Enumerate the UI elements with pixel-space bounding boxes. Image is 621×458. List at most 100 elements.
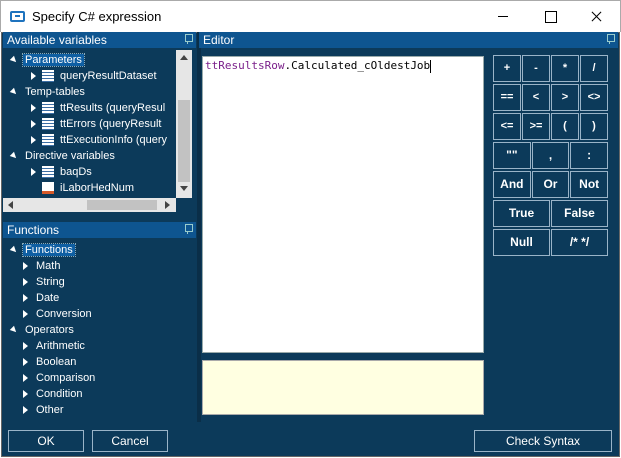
tree-item-label: Comparison bbox=[36, 372, 96, 384]
tree-item[interactable]: Comparison bbox=[23, 370, 97, 386]
minimize-button[interactable] bbox=[480, 1, 526, 32]
tree-item[interactable]: ttResults (queryResul bbox=[31, 100, 167, 116]
tree-item-label: Temp-tables bbox=[25, 86, 85, 98]
tree-item-label: iLaborHedNum bbox=[60, 182, 134, 194]
tree-item[interactable]: ttErrors (queryResult bbox=[31, 116, 163, 132]
title-bar: Specify C# expression bbox=[0, 0, 621, 32]
keypad-button[interactable]: False bbox=[551, 200, 608, 227]
variables-tree[interactable]: Parameters queryResultDataset Temp-tables t… bbox=[3, 50, 176, 198]
keypad-button[interactable]: "" bbox=[493, 142, 531, 169]
keypad-button[interactable]: - bbox=[522, 55, 550, 82]
scroll-right-icon[interactable] bbox=[165, 201, 170, 209]
keypad-button[interactable]: Null bbox=[493, 229, 550, 256]
tree-item-label: String bbox=[36, 276, 65, 288]
table-icon bbox=[42, 70, 54, 83]
expand-arrow-icon[interactable] bbox=[23, 310, 28, 319]
expand-arrow-icon[interactable] bbox=[23, 374, 28, 383]
table-icon bbox=[42, 166, 54, 179]
functions-panel-title: Functions bbox=[7, 223, 60, 237]
ok-button[interactable]: OK bbox=[8, 430, 84, 452]
tree-item-label: Directive variables bbox=[25, 150, 115, 162]
keypad-button[interactable]: /* */ bbox=[551, 229, 608, 256]
tree-item[interactable]: Condition bbox=[23, 386, 84, 402]
keypad-button[interactable]: : bbox=[570, 142, 608, 169]
functions-tree[interactable]: Functions Math String Date Conversion Operato… bbox=[3, 240, 196, 420]
scroll-down-icon[interactable] bbox=[180, 186, 188, 191]
expand-arrow-icon[interactable] bbox=[23, 278, 28, 287]
expand-arrow-icon[interactable] bbox=[31, 104, 36, 113]
tree-item[interactable]: Parameters bbox=[9, 52, 85, 68]
tree-item[interactable]: Functions bbox=[9, 242, 76, 258]
collapse-arrow-icon[interactable] bbox=[9, 325, 19, 335]
cancel-button[interactable]: Cancel bbox=[92, 430, 168, 452]
keypad-button[interactable]: And bbox=[493, 171, 531, 198]
variables-horizontal-scrollbar[interactable] bbox=[3, 198, 176, 212]
variables-vertical-scrollbar[interactable] bbox=[176, 50, 192, 198]
window-icon bbox=[10, 11, 25, 22]
scroll-left-icon[interactable] bbox=[8, 201, 13, 209]
tree-item[interactable]: queryResultDataset bbox=[31, 68, 159, 84]
keypad-button[interactable]: == bbox=[493, 84, 521, 111]
expand-arrow-icon[interactable] bbox=[23, 262, 28, 271]
expand-arrow-icon[interactable] bbox=[31, 72, 36, 81]
expression-editor[interactable]: ttResultsRow.Calculated_cOldestJob bbox=[202, 56, 484, 353]
collapse-arrow-icon[interactable] bbox=[9, 245, 19, 255]
keypad-button[interactable]: , bbox=[531, 142, 570, 169]
keypad-button[interactable]: < bbox=[522, 84, 550, 111]
expand-arrow-icon[interactable] bbox=[23, 294, 28, 303]
expand-arrow-icon[interactable] bbox=[23, 342, 28, 351]
keypad-button[interactable]: / bbox=[580, 55, 608, 82]
tree-item[interactable]: Other bbox=[23, 402, 66, 418]
keypad-button[interactable]: Not bbox=[570, 171, 608, 198]
pin-icon[interactable] bbox=[184, 34, 193, 44]
keypad-button[interactable]: <= bbox=[493, 113, 521, 140]
tree-item[interactable]: baqDs bbox=[31, 164, 94, 180]
tree-item-label: ttResults (queryResul bbox=[60, 102, 166, 114]
close-button[interactable] bbox=[573, 1, 619, 32]
functions-panel-header: Functions bbox=[3, 222, 196, 238]
keypad-button[interactable]: + bbox=[493, 55, 521, 82]
tree-item[interactable]: Date bbox=[23, 290, 61, 306]
editor-panel-title: Editor bbox=[203, 33, 235, 47]
keypad-button[interactable]: True bbox=[493, 200, 550, 227]
tree-item[interactable]: Arithmetic bbox=[23, 338, 87, 354]
collapse-arrow-icon[interactable] bbox=[9, 151, 19, 161]
tree-item[interactable]: iLaborHedNum bbox=[31, 180, 136, 196]
keypad-button[interactable]: ( bbox=[551, 113, 579, 140]
maximize-button[interactable] bbox=[527, 1, 573, 32]
tree-item[interactable]: Temp-tables bbox=[9, 84, 87, 100]
tree-item[interactable]: Boolean bbox=[23, 354, 78, 370]
expand-arrow-icon[interactable] bbox=[31, 168, 36, 177]
keypad-button[interactable]: > bbox=[551, 84, 579, 111]
pin-icon[interactable] bbox=[606, 34, 615, 44]
tree-item[interactable]: Conversion bbox=[23, 306, 94, 322]
keypad-button[interactable]: <> bbox=[580, 84, 608, 111]
variable-icon bbox=[42, 182, 54, 195]
expand-arrow-icon[interactable] bbox=[23, 358, 28, 367]
expand-arrow-icon[interactable] bbox=[31, 120, 36, 129]
tree-item[interactable]: String bbox=[23, 274, 67, 290]
scroll-thumb[interactable] bbox=[87, 200, 157, 210]
keypad-button[interactable]: * bbox=[551, 55, 579, 82]
pin-icon[interactable] bbox=[184, 224, 193, 234]
tree-item-label: Condition bbox=[36, 388, 83, 400]
tree-item[interactable]: Directive variables bbox=[9, 148, 117, 164]
scroll-thumb[interactable] bbox=[178, 100, 190, 182]
collapse-arrow-icon[interactable] bbox=[9, 55, 19, 65]
tree-item-label: ttExecutionInfo (query bbox=[60, 134, 168, 146]
tree-item[interactable]: ttExecutionInfo (query bbox=[31, 132, 169, 148]
expand-arrow-icon[interactable] bbox=[23, 390, 28, 399]
keypad-button[interactable]: ) bbox=[580, 113, 608, 140]
keypad-button[interactable]: Or bbox=[531, 171, 570, 198]
check-syntax-button[interactable]: Check Syntax bbox=[474, 430, 612, 452]
tree-item-label: Arithmetic bbox=[36, 340, 85, 352]
panel-splitter[interactable] bbox=[197, 32, 201, 422]
tree-item[interactable]: Math bbox=[23, 258, 62, 274]
tree-item-label: Operators bbox=[25, 324, 74, 336]
collapse-arrow-icon[interactable] bbox=[9, 87, 19, 97]
expand-arrow-icon[interactable] bbox=[23, 406, 28, 415]
tree-item[interactable]: Operators bbox=[9, 322, 76, 338]
scroll-up-icon[interactable] bbox=[180, 55, 188, 60]
expand-arrow-icon[interactable] bbox=[31, 136, 36, 145]
keypad-button[interactable]: >= bbox=[522, 113, 550, 140]
